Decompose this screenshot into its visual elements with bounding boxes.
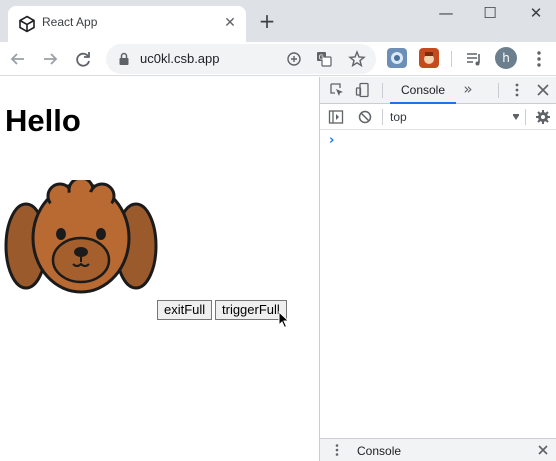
devtools-drawer-bar: Console <box>320 438 556 461</box>
trigger-full-button[interactable]: triggerFull <box>215 300 287 320</box>
new-tab-button[interactable]: + <box>256 11 278 33</box>
drawer-console-tab[interactable]: Console <box>357 444 401 458</box>
devtools-tab-bar: Console » <box>320 77 556 104</box>
clear-console-icon[interactable] <box>357 109 373 125</box>
menu-kebab-icon[interactable] <box>528 48 550 70</box>
url-text: uc0kl.csb.app <box>140 51 220 66</box>
page-viewport: Hello exitFull triggerFull <box>0 77 319 461</box>
tab-console[interactable]: Console <box>390 77 456 104</box>
devtools-divider <box>382 83 383 98</box>
devtools-panel: Console » top › Console <box>319 77 556 461</box>
show-sidebar-icon[interactable] <box>328 109 344 125</box>
close-window-button[interactable]: ✕ <box>516 2 556 26</box>
devtools-close-icon[interactable] <box>535 82 551 98</box>
page-heading: Hello <box>5 103 81 138</box>
mouse-cursor-icon <box>278 311 290 329</box>
more-tabs-icon[interactable]: » <box>460 81 476 97</box>
tab-close-icon[interactable]: ✕ <box>222 15 238 31</box>
inspect-element-icon[interactable] <box>329 82 345 98</box>
toolbar-divider <box>451 51 452 67</box>
forward-arrow-icon[interactable] <box>39 48 61 70</box>
browser-title-bar: React App ✕ + — ☐ ✕ <box>0 0 556 42</box>
back-arrow-icon[interactable] <box>7 48 29 70</box>
zoom-plus-icon[interactable] <box>286 51 302 67</box>
console-settings-gear-icon[interactable] <box>535 109 551 125</box>
media-control-icon[interactable] <box>463 48 485 70</box>
lock-icon[interactable] <box>118 52 130 66</box>
devtools-divider <box>498 83 499 98</box>
drawer-menu-kebab-icon[interactable] <box>330 443 344 457</box>
execution-context-select[interactable]: top <box>390 110 407 124</box>
profile-avatar[interactable]: h <box>495 47 517 69</box>
translate-icon[interactable]: G <box>316 51 332 67</box>
tab-title: React App <box>42 15 98 29</box>
reload-icon[interactable] <box>72 48 94 70</box>
extension-icon[interactable] <box>419 48 439 68</box>
drawer-close-icon[interactable] <box>537 444 549 456</box>
console-prompt[interactable]: › <box>329 133 334 148</box>
address-bar[interactable]: uc0kl.csb.app G <box>106 44 376 74</box>
console-toolbar: top <box>320 104 556 130</box>
poodle-image <box>4 180 158 294</box>
minimize-button[interactable]: — <box>426 2 466 26</box>
codesandbox-favicon-icon <box>19 15 35 33</box>
exit-full-button[interactable]: exitFull <box>157 300 213 320</box>
bookmark-star-icon[interactable] <box>348 50 366 68</box>
console-divider <box>382 109 383 125</box>
console-divider <box>525 109 526 125</box>
devtools-menu-kebab-icon[interactable] <box>509 82 525 98</box>
device-toolbar-icon[interactable] <box>355 82 371 98</box>
svg-text:G: G <box>319 54 324 62</box>
browser-tab[interactable]: React App ✕ <box>8 6 246 42</box>
context-dropdown-icon[interactable] <box>513 113 519 121</box>
maximize-button[interactable]: ☐ <box>470 2 510 26</box>
extension-icon[interactable] <box>387 48 407 68</box>
browser-toolbar: uc0kl.csb.app G h <box>0 42 556 76</box>
